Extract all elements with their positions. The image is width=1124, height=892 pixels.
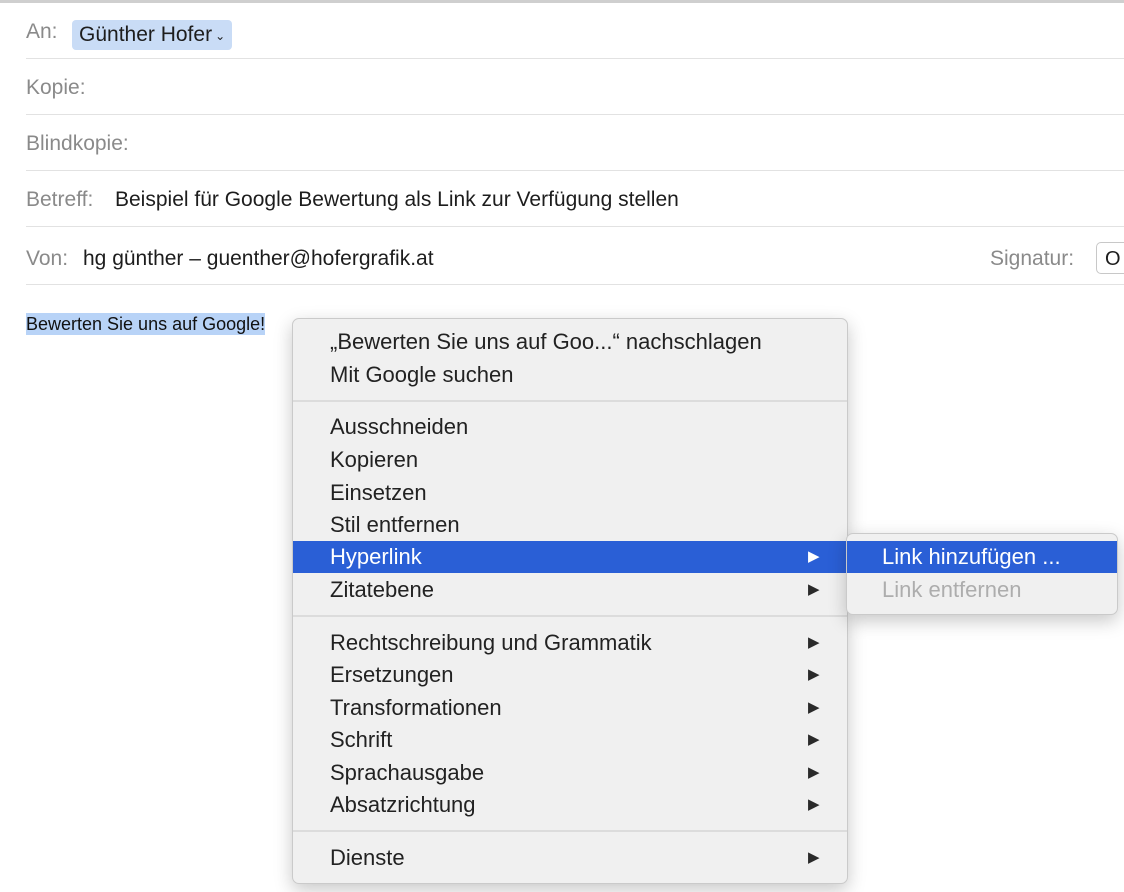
- bcc-label: Blindkopie:: [26, 132, 129, 155]
- menu-item-label: Einsetzen: [330, 480, 427, 505]
- submenu-arrow-icon: ▶: [808, 581, 820, 598]
- menu-item-google-search[interactable]: Mit Google suchen: [293, 359, 847, 391]
- from-select[interactable]: hg günther – guenther@hofergrafik.at: [83, 247, 434, 271]
- submenu-arrow-icon: ▶: [808, 699, 820, 716]
- recipient-chip[interactable]: Günther Hofer ⌄: [72, 20, 233, 51]
- menu-item-copy[interactable]: Kopieren: [293, 444, 847, 476]
- menu-item-writing-direction[interactable]: Absatzrichtung ▶: [293, 789, 847, 821]
- recipient-name: Günther Hofer: [79, 23, 213, 46]
- from-label: Von:: [26, 247, 69, 270]
- menu-item-substitutions[interactable]: Ersetzungen ▶: [293, 659, 847, 691]
- menu-item-paste[interactable]: Einsetzen: [293, 477, 847, 509]
- submenu-arrow-icon: ▶: [808, 764, 820, 781]
- menu-item-label: Stil entfernen: [330, 512, 460, 537]
- menu-separator: [293, 830, 847, 832]
- menu-item-label: Link entfernen: [882, 577, 1022, 602]
- menu-item-label: Ausschneiden: [330, 414, 469, 439]
- menu-item-label: Schrift: [330, 727, 393, 752]
- cc-label: Kopie:: [26, 76, 86, 99]
- menu-item-label: Absatzrichtung: [330, 792, 476, 817]
- selected-body-text[interactable]: Bewerten Sie uns auf Google!: [26, 313, 266, 335]
- subject-field[interactable]: Beispiel für Google Bewertung als Link z…: [115, 188, 679, 212]
- submenu-arrow-icon: ▶: [808, 666, 820, 683]
- row-divider: [26, 284, 1124, 285]
- submenu-arrow-icon: ▶: [808, 548, 820, 565]
- menu-item-label: Rechtschreibung und Grammatik: [330, 630, 652, 655]
- menu-item-font[interactable]: Schrift ▶: [293, 724, 847, 756]
- menu-item-label: Ersetzungen: [330, 662, 454, 687]
- menu-item-label: Transformationen: [330, 695, 502, 720]
- menu-item-remove-link: Link entfernen: [847, 574, 1117, 606]
- menu-item-transformations[interactable]: Transformationen ▶: [293, 692, 847, 724]
- cc-row[interactable]: Kopie:: [0, 59, 1124, 115]
- signature-label: Signatur:: [990, 247, 1075, 270]
- bcc-row[interactable]: Blindkopie:: [0, 115, 1124, 171]
- menu-item-speech[interactable]: Sprachausgabe ▶: [293, 757, 847, 789]
- hyperlink-submenu: Link hinzufügen ... Link entfernen: [846, 533, 1118, 615]
- menu-item-label: Dienste: [330, 845, 405, 870]
- submenu-arrow-icon: ▶: [808, 634, 820, 651]
- subject-row: Betreff: Beispiel für Google Bewertung a…: [0, 171, 1124, 227]
- menu-item-label: Kopieren: [330, 447, 419, 472]
- from-row: Von: hg günther – guenther@hofergrafik.a…: [0, 229, 1124, 285]
- to-row: An: Günther Hofer ⌄: [0, 3, 1124, 59]
- to-label: An:: [26, 20, 58, 43]
- row-divider: [26, 226, 1124, 227]
- menu-item-label: Mit Google suchen: [330, 362, 514, 387]
- subject-label: Betreff:: [26, 188, 94, 211]
- menu-item-label: Zitatebene: [330, 577, 434, 602]
- menu-separator: [293, 400, 847, 402]
- menu-item-quote-level[interactable]: Zitatebene ▶: [293, 574, 847, 606]
- menu-item-label: Hyperlink: [330, 544, 422, 569]
- menu-item-spelling[interactable]: Rechtschreibung und Grammatik ▶: [293, 627, 847, 659]
- menu-item-label: Link hinzufügen ...: [882, 544, 1061, 569]
- menu-item-services[interactable]: Dienste ▶: [293, 842, 847, 874]
- menu-item-hyperlink[interactable]: Hyperlink ▶: [293, 541, 847, 573]
- chevron-down-icon[interactable]: ⌄: [215, 21, 225, 51]
- menu-separator: [293, 615, 847, 617]
- menu-item-remove-style[interactable]: Stil entfernen: [293, 509, 847, 541]
- signature-select[interactable]: O: [1096, 242, 1124, 274]
- menu-item-cut[interactable]: Ausschneiden: [293, 411, 847, 443]
- menu-item-add-link[interactable]: Link hinzufügen ...: [847, 541, 1117, 573]
- submenu-arrow-icon: ▶: [808, 796, 820, 813]
- menu-item-lookup[interactable]: „Bewerten Sie uns auf Goo...“ nachschlag…: [293, 326, 847, 358]
- submenu-arrow-icon: ▶: [808, 849, 820, 866]
- menu-item-label: „Bewerten Sie uns auf Goo...“ nachschlag…: [330, 329, 762, 354]
- menu-item-label: Sprachausgabe: [330, 760, 485, 785]
- context-menu: „Bewerten Sie uns auf Goo...“ nachschlag…: [292, 318, 848, 884]
- submenu-arrow-icon: ▶: [808, 731, 820, 748]
